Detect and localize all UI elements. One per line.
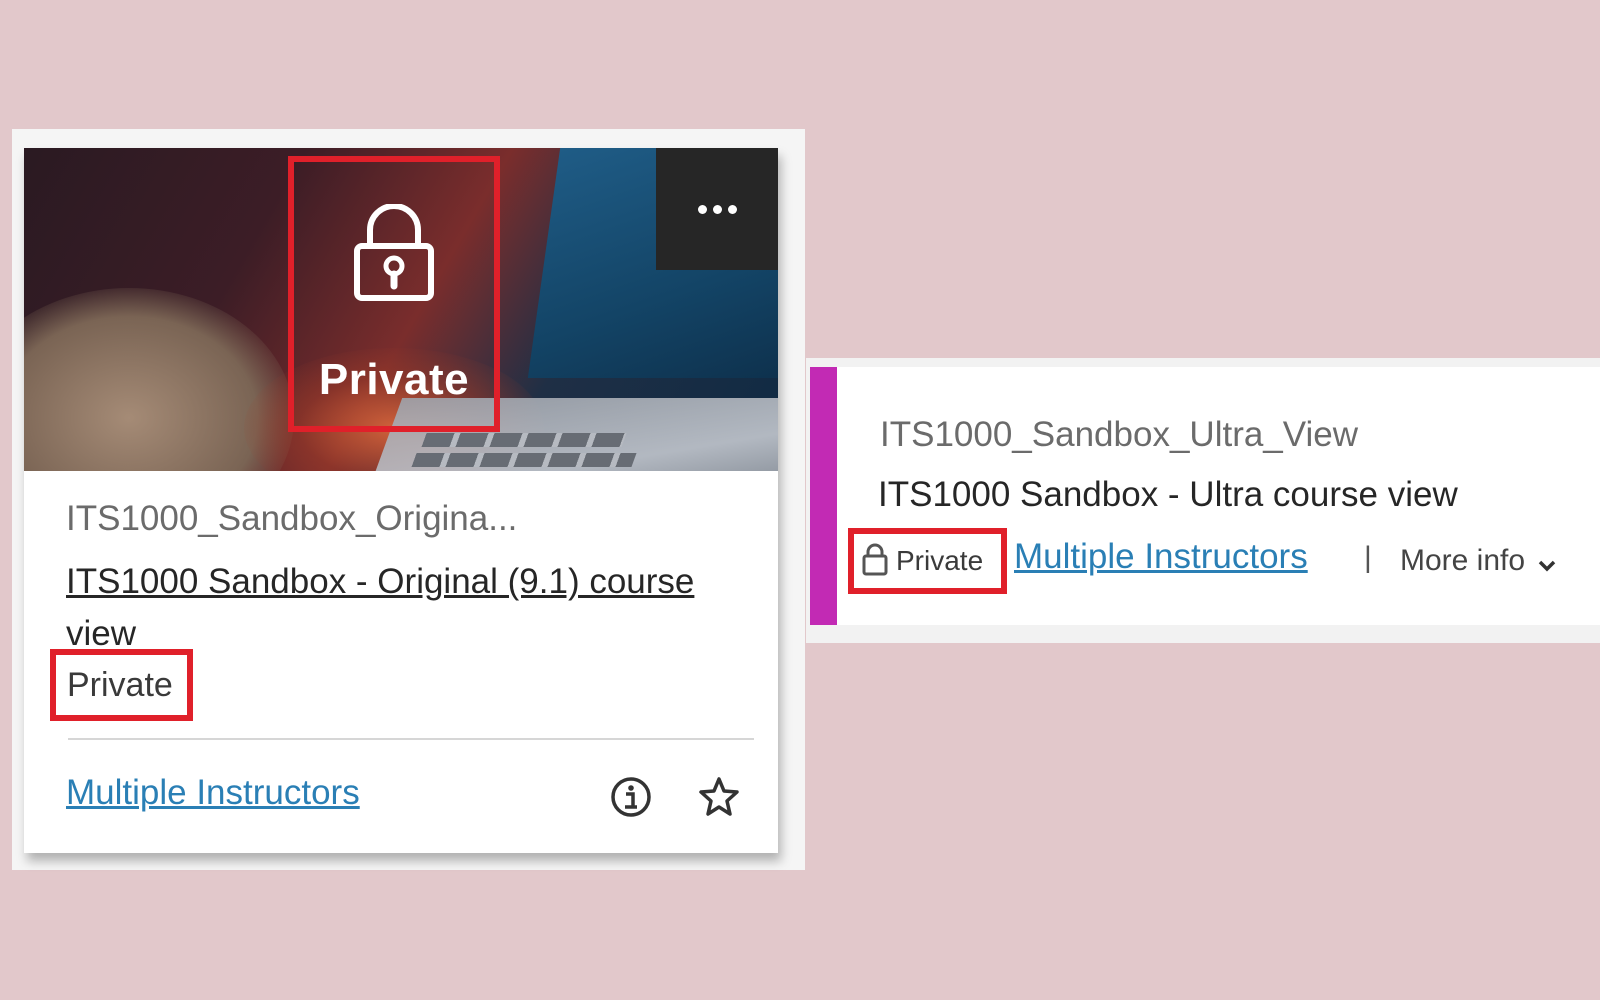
private-status-label: Private — [67, 665, 173, 704]
private-overlay-highlight: Private — [288, 156, 500, 432]
card-view-frame: Private ITS1000_Sandbox_Origina... ITS10… — [12, 129, 805, 870]
card-divider — [68, 738, 754, 740]
image-decor-keys — [411, 453, 637, 467]
more-info-label: More info — [1400, 544, 1526, 577]
course-card[interactable]: Private ITS1000_Sandbox_Origina... ITS10… — [24, 148, 778, 853]
instructors-link[interactable]: Multiple Instructors — [66, 773, 360, 813]
course-code: ITS1000_Sandbox_Origina... — [66, 499, 518, 538]
private-overlay-label: Private — [318, 355, 470, 404]
course-card-image: Private — [24, 148, 778, 471]
more-dot — [712, 204, 722, 214]
course-title[interactable]: ITS1000 Sandbox - Ultra course view — [878, 475, 1458, 515]
private-status-highlight: Private — [848, 528, 1007, 594]
private-status-label: Private — [896, 545, 984, 576]
list-view-frame: ITS1000_Sandbox_Ultra_View ITS1000 Sandb… — [806, 358, 1600, 643]
course-title-link[interactable]: ITS1000 Sandbox - Original (9.1) course — [66, 562, 694, 601]
course-list-row[interactable]: ITS1000_Sandbox_Ultra_View ITS1000 Sandb… — [810, 367, 1600, 625]
private-status-highlight: Private — [50, 649, 193, 721]
star-icon[interactable] — [698, 776, 740, 823]
more-horizontal-icon — [697, 204, 707, 214]
instructors-link[interactable]: Multiple Instructors — [1014, 537, 1308, 577]
lock-icon — [353, 203, 435, 307]
more-info-toggle[interactable]: More info — [1400, 541, 1557, 581]
course-title: ITS1000 Sandbox - Original (9.1) course … — [66, 556, 756, 660]
more-options-button[interactable] — [656, 148, 778, 270]
image-decor-keys — [421, 433, 627, 447]
course-title-rest: view — [66, 614, 137, 653]
course-color-accent — [810, 367, 837, 625]
more-dot — [727, 204, 737, 214]
course-code: ITS1000_Sandbox_Ultra_View — [880, 415, 1359, 454]
info-icon[interactable] — [610, 776, 652, 823]
lock-icon — [862, 542, 888, 581]
separator: | — [1364, 541, 1372, 574]
chevron-down-icon — [1537, 547, 1557, 581]
